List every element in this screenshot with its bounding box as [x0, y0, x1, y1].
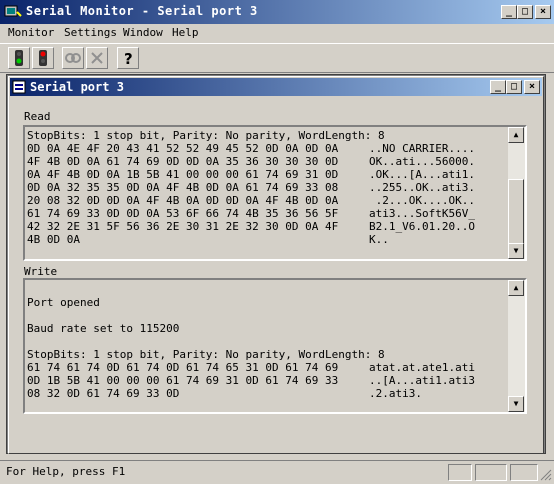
write-pane[interactable]: Port opened Baud rate set to 115200 Stop… — [23, 278, 527, 414]
traffic-light-green-icon — [15, 50, 23, 66]
maximize-button[interactable]: □ — [517, 5, 533, 19]
read-scrollbar[interactable]: ▲ ▼ — [508, 127, 525, 259]
status-bar: For Help, press F1 — [0, 460, 554, 484]
status-indicator-2 — [475, 464, 507, 481]
write-ascii: .2.ati3. — [369, 387, 422, 400]
read-hex: 42 32 2E 31 5F 56 36 2E 30 31 2E 32 30 0… — [27, 220, 339, 233]
minimize-button[interactable]: _ — [501, 5, 517, 19]
read-scroll-down-button[interactable]: ▼ — [508, 243, 524, 259]
help-button-label: ? — [124, 50, 133, 68]
read-ascii: B2.1_V6.01.20..O — [369, 220, 475, 233]
write-scroll-down-button[interactable]: ▼ — [508, 396, 524, 412]
read-hex: 0D 0A 32 35 35 0D 0A 4F 4B 0D 0A 61 74 6… — [27, 181, 339, 194]
read-header: StopBits: 1 stop bit, Parity: No parity,… — [27, 129, 385, 142]
x-mark-icon — [91, 52, 103, 64]
menu-help[interactable]: Help — [172, 26, 199, 39]
write-ascii: ..[A...ati1.ati3 — [369, 374, 475, 387]
write-scrollbar[interactable]: ▲ ▼ — [508, 280, 525, 412]
read-label: Read — [24, 110, 51, 123]
close-button[interactable]: × — [535, 5, 551, 19]
traffic-light-red-icon — [39, 50, 47, 66]
help-question-icon: ? — [124, 50, 133, 68]
read-scroll-thumb[interactable] — [508, 179, 524, 245]
status-indicator-1 — [448, 464, 472, 481]
write-hex: 08 32 0D 61 74 69 33 0D — [27, 387, 180, 400]
read-hex: 4F 4B 0D 0A 61 74 69 0D 0D 0A 35 36 30 3… — [27, 155, 339, 168]
read-ascii: ..NO CARRIER.... — [369, 142, 475, 155]
read-ascii: ..255..OK..ati3. — [369, 181, 475, 194]
link-button[interactable] — [62, 47, 84, 69]
read-ascii: OK..ati...56000. — [369, 155, 475, 168]
menu-settings[interactable]: Settings — [64, 26, 117, 39]
write-hex: 61 74 61 74 0D 61 74 0D 61 74 65 31 0D 6… — [27, 361, 339, 374]
status-indicator-3 — [510, 464, 538, 481]
write-header: StopBits: 1 stop bit, Parity: No parity,… — [27, 348, 385, 361]
child-window-title: Serial port 3 — [30, 80, 124, 94]
resize-grip-icon[interactable] — [540, 469, 552, 481]
child-minimize-button[interactable]: _ — [490, 80, 506, 94]
menu-bar: Monitor Settings Window Help — [0, 24, 554, 43]
read-hex: 61 74 69 33 0D 0D 0A 53 6F 66 74 4B 35 3… — [27, 207, 339, 220]
write-scroll-up-button[interactable]: ▲ — [508, 280, 524, 296]
read-scroll-up-button[interactable]: ▲ — [508, 127, 524, 143]
read-ascii: ati3...SoftK56V_ — [369, 207, 475, 220]
read-ascii: .2...OK....OK.. — [369, 194, 475, 207]
write-label: Write — [24, 265, 58, 278]
write-hex: 0D 1B 5B 41 00 00 00 61 74 69 31 0D 61 7… — [27, 374, 339, 387]
connect-button[interactable] — [8, 47, 30, 69]
clear-button[interactable] — [86, 47, 108, 69]
serial-port-doc-icon — [12, 80, 26, 94]
write-baud-rate: Baud rate set to 115200 — [27, 322, 180, 335]
child-maximize-button[interactable]: □ — [506, 80, 522, 94]
menu-monitor[interactable]: Monitor — [8, 26, 54, 39]
write-port-opened: Port opened — [27, 296, 100, 309]
disconnect-button[interactable] — [32, 47, 54, 69]
child-title-bar[interactable]: Serial port 3 _ □ × — [10, 78, 542, 96]
status-text: For Help, press F1 — [6, 465, 126, 478]
window-title: Serial Monitor - Serial port 3 — [26, 4, 258, 18]
serial-monitor-app-icon — [4, 5, 22, 17]
read-hex: 20 08 32 0D 0D 0A 4F 4B 0A 0D 0D 0A 4F 4… — [27, 194, 339, 207]
read-ascii: .OK...[A...ati1. — [369, 168, 475, 181]
read-pane[interactable]: StopBits: 1 stop bit, Parity: No parity,… — [23, 125, 527, 261]
main-title-bar[interactable]: Serial Monitor - Serial port 3 _ □ × — [0, 0, 554, 24]
help-button[interactable]: ? — [117, 47, 139, 69]
chain-link-icon — [65, 53, 81, 63]
toolbar: ? — [0, 43, 554, 73]
read-hex: 4B 0D 0A — [27, 233, 80, 246]
child-close-button[interactable]: × — [524, 80, 540, 94]
read-ascii: K.. — [369, 233, 389, 246]
menu-window[interactable]: Window — [123, 26, 163, 39]
write-ascii: atat.at.ate1.ati — [369, 361, 475, 374]
read-hex: 0A 4F 4B 0D 0A 1B 5B 41 00 00 00 61 74 6… — [27, 168, 339, 181]
read-hex: 0D 0A 4E 4F 20 43 41 52 52 49 45 52 0D 0… — [27, 142, 339, 155]
